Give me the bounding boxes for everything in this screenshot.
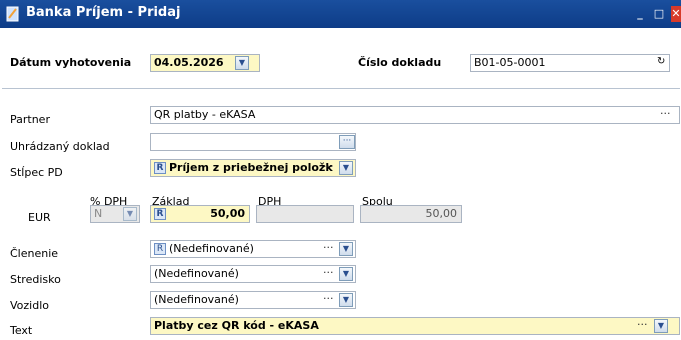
window-title: Banka Príjem - Pridaj [26, 5, 181, 20]
app-document-icon [6, 6, 19, 22]
division-label: Členenie [10, 247, 59, 260]
center-ellipsis-icon[interactable]: ··· [323, 266, 334, 279]
maximize-button[interactable]: □ [652, 6, 666, 22]
doc-number-input[interactable]: B01-05-0001 [470, 54, 670, 72]
paid-doc-ellipsis-button[interactable]: ··· [339, 135, 355, 149]
division-reference-icon: R [154, 243, 166, 255]
refresh-icon[interactable]: ↻ [657, 56, 665, 67]
reference-icon: R [154, 162, 166, 174]
text-ellipsis-icon[interactable]: ··· [637, 318, 648, 331]
date-dropdown-button[interactable]: ▼ [235, 56, 249, 70]
column-ellipsis-icon[interactable]: ··· [323, 160, 334, 173]
vehicle-dropdown-button[interactable]: ▼ [339, 293, 353, 307]
total-input: 50,00 [360, 205, 462, 223]
column-dropdown-button[interactable]: ▼ [339, 161, 353, 175]
center-dropdown-button[interactable]: ▼ [339, 267, 353, 281]
paid-doc-input[interactable] [150, 133, 356, 151]
close-button[interactable]: ✕ [671, 6, 681, 22]
vat-input[interactable] [256, 205, 354, 223]
text-dropdown-button[interactable]: ▼ [654, 319, 668, 333]
minimize-button[interactable]: _ [633, 6, 647, 22]
division-ellipsis-icon[interactable]: ··· [323, 241, 334, 254]
base-input[interactable]: R 50,00 [150, 205, 250, 223]
title-bar: Banka Príjem - Pridaj _ □ ✕ [0, 0, 681, 28]
currency-label: EUR [28, 211, 51, 224]
partner-input[interactable]: QR platby - eKASA [150, 106, 680, 124]
vehicle-ellipsis-icon[interactable]: ··· [323, 292, 334, 305]
doc-number-label: Číslo dokladu [358, 56, 442, 69]
base-reference-icon: R [154, 208, 166, 220]
text-input[interactable]: Platby cez QR kód - eKASA [150, 317, 680, 335]
center-label: Stredisko [10, 273, 61, 286]
partner-ellipsis-icon[interactable]: ··· [660, 107, 671, 120]
vehicle-label: Vozidlo [10, 299, 49, 312]
division-dropdown-button[interactable]: ▼ [339, 242, 353, 256]
vat-pct-dropdown-button[interactable]: ▼ [123, 207, 137, 221]
column-label: Stĺpec PD [10, 166, 63, 179]
partner-label: Partner [10, 113, 50, 126]
text-label: Text [10, 324, 33, 337]
date-label: Dátum vyhotovenia [10, 56, 132, 69]
paid-doc-label: Uhrádzaný doklad [10, 140, 110, 153]
